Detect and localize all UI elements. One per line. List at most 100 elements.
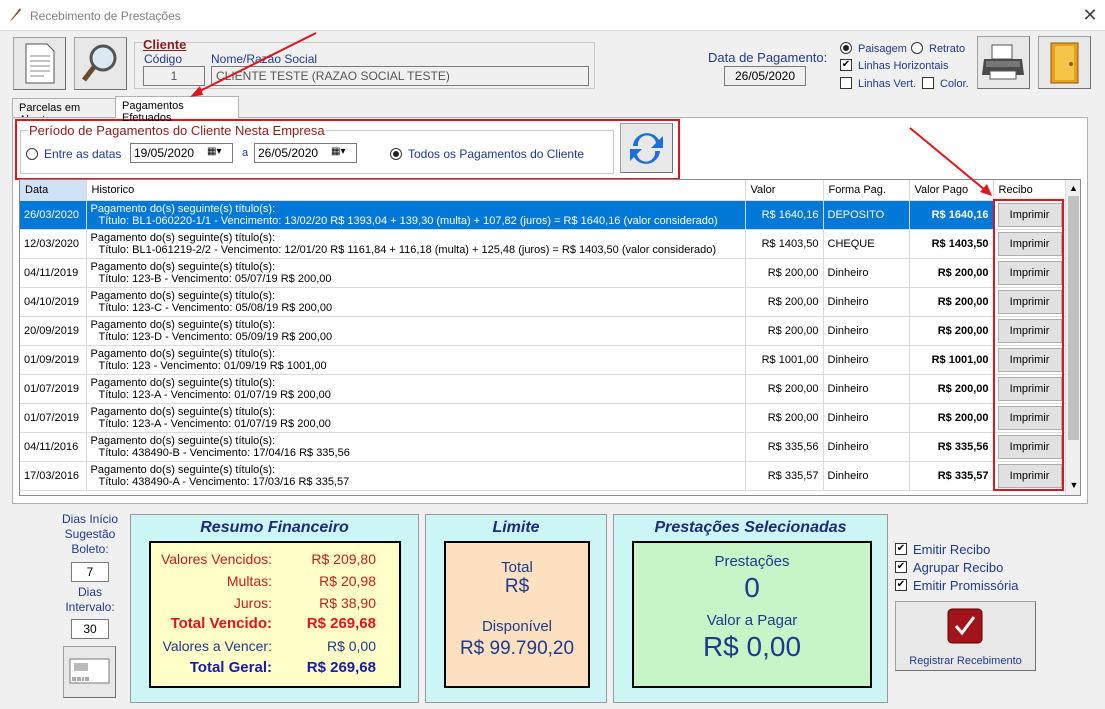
emit-promissory-checkbox[interactable]: ✔ (895, 579, 907, 591)
print-receipt-button[interactable]: Imprimir (997, 405, 1062, 430)
row-date: 01/07/2019 (20, 403, 87, 433)
boleto-button[interactable] (63, 646, 116, 698)
table-row[interactable]: 01/07/2019 Pagamento do(s) seguinte(s) tí… (20, 374, 1066, 404)
interval-label-line1: Dias (77, 585, 102, 599)
register-receipt-button[interactable]: Registrar Recebimento (895, 601, 1036, 671)
group-receipt-checkbox[interactable]: ✔ (895, 561, 907, 573)
calendar-icon: ▦▾ (207, 146, 222, 157)
emit-receipt-checkbox[interactable]: ✔ (895, 543, 907, 555)
print-receipt-button[interactable]: Imprimir (997, 231, 1062, 256)
table-row[interactable]: 04/10/2019 Pagamento do(s) seguinte(s) tí… (20, 287, 1066, 317)
client-name-field[interactable]: CLIENTE TESTE (RAZAO SOCIAL TESTE) (211, 66, 589, 86)
emit-receipt-label: Emitir Recibo (913, 542, 991, 557)
print-receipt-button[interactable]: Imprimir (997, 463, 1062, 488)
row-history: Pagamento do(s) seguinte(s) título(s): Tí… (86, 345, 746, 375)
boleto-icon (69, 658, 110, 684)
code-label: Código (144, 52, 183, 66)
interval-input[interactable]: 30 (71, 619, 109, 639)
calendar-icon: ▦▾ (331, 146, 346, 157)
table-row[interactable]: 04/11/2019 Pagamento do(s) seguinte(s) tí… (20, 258, 1066, 288)
color-checkbox[interactable] (922, 77, 934, 89)
boleto-days-input[interactable]: 7 (71, 562, 109, 582)
row-value: R$ 1001,00 (745, 345, 824, 375)
table-row[interactable]: 01/07/2019 Pagamento do(s) seguinte(s) tí… (20, 403, 1066, 433)
col-header-paid[interactable]: Valor Pago (909, 180, 994, 201)
tab-open-installments[interactable]: Parcelas em Aberto (12, 98, 116, 126)
row-receipt: Imprimir (993, 287, 1066, 317)
close-icon[interactable]: ✕ (1080, 4, 1100, 26)
tab-payments-made[interactable]: Pagamentos Efetuados (115, 96, 239, 124)
limit-title: Limite (492, 519, 540, 536)
financial-summary-card: Resumo Financeiro Valores Vencidos: R$ 2… (130, 514, 419, 703)
scroll-up-icon[interactable]: ▲ (1066, 180, 1080, 196)
table-row[interactable]: 12/03/2020 Pagamento do(s) seguinte(s) tí… (20, 229, 1066, 259)
print-receipt-button[interactable]: Imprimir (997, 434, 1062, 459)
row-payment-method: Dinheiro (823, 287, 910, 317)
row-value: R$ 335,56 (745, 432, 824, 462)
row-receipt: Imprimir (993, 200, 1066, 230)
vertical-scrollbar[interactable]: ▲ ▼ (1065, 180, 1080, 495)
title-bar: Recebimento de Prestações ✕ (0, 0, 1105, 31)
payments-grid[interactable]: Data Historico Valor Forma Pag. Valor Pa… (19, 179, 1081, 496)
history-line2: Título: 438490-B - Vencimento: 17/04/16 … (98, 446, 350, 459)
row-receipt: Imprimir (993, 258, 1066, 288)
group-receipt-label: Agrupar Recibo (913, 560, 1004, 575)
vlines-checkbox[interactable] (840, 77, 852, 89)
refresh-button[interactable] (620, 123, 673, 173)
payment-date-field[interactable]: 26/05/2020 (724, 66, 806, 86)
period-title: Período de Pagamentos do Cliente Nesta E… (28, 123, 326, 138)
print-receipt-button[interactable]: Imprimir (997, 318, 1062, 343)
scroll-thumb[interactable] (1068, 196, 1079, 440)
row-value: R$ 200,00 (745, 316, 824, 346)
portrait-radio[interactable] (911, 42, 923, 54)
print-button[interactable] (977, 36, 1030, 89)
row-value: R$ 200,00 (745, 258, 824, 288)
print-receipt-button[interactable]: Imprimir (997, 376, 1062, 401)
app-feather-icon (10, 8, 21, 21)
col-header-date[interactable]: Data (20, 180, 87, 201)
table-row[interactable]: 01/09/2019 Pagamento do(s) seguinte(s) tí… (20, 345, 1066, 375)
limit-total-label: Total (501, 559, 533, 576)
from-date-picker[interactable]: 19/05/2020 ▦▾ (130, 143, 233, 163)
table-row[interactable]: 20/09/2019 Pagamento do(s) seguinte(s) tí… (20, 316, 1066, 346)
row-date: 17/03/2016 (20, 461, 87, 491)
print-receipt-button[interactable]: Imprimir (997, 260, 1062, 285)
history-line1: Pagamento do(s) seguinte(s) título(s): (90, 289, 276, 302)
row-history: Pagamento do(s) seguinte(s) título(s): Tí… (86, 229, 746, 259)
exit-button[interactable] (1038, 36, 1091, 89)
print-receipt-button[interactable]: Imprimir (997, 347, 1062, 372)
upcoming-label: Valores a Vencer: (162, 638, 272, 654)
selected-installments-box: Prestações 0 Valor a Pagar R$ 0,00 (632, 541, 872, 688)
all-payments-radio[interactable] (390, 148, 402, 160)
col-header-value[interactable]: Valor (745, 180, 824, 201)
document-button[interactable] (13, 37, 66, 90)
table-row[interactable]: 17/03/2016 Pagamento do(s) seguinte(s) tí… (20, 461, 1066, 491)
scroll-down-icon[interactable]: ▼ (1066, 480, 1080, 490)
to-date-picker[interactable]: 26/05/2020 ▦▾ (254, 143, 357, 163)
financial-summary-title: Resumo Financeiro (200, 519, 349, 536)
landscape-radio[interactable] (840, 42, 852, 54)
row-paid-value: R$ 200,00 (909, 316, 994, 346)
row-value: R$ 1640,16 (745, 200, 824, 230)
history-line1: Pagamento do(s) seguinte(s) título(s): (90, 434, 276, 447)
table-row[interactable]: 26/03/2020 Pagamento do(s) seguinte(s) tí… (20, 200, 1066, 230)
row-receipt: Imprimir (993, 316, 1066, 346)
row-paid-value: R$ 200,00 (909, 287, 994, 317)
table-row[interactable]: 04/11/2016 Pagamento do(s) seguinte(s) tí… (20, 432, 1066, 462)
hlines-checkbox[interactable]: ✔ (840, 59, 852, 71)
total-overdue-label: Total Vencido: (170, 615, 272, 632)
print-receipt-button[interactable]: Imprimir (997, 202, 1062, 227)
client-code-field[interactable]: 1 (143, 66, 205, 86)
col-header-receipt[interactable]: Recibo (993, 180, 1066, 201)
print-receipt-button[interactable]: Imprimir (997, 289, 1062, 314)
selected-installments-title: Prestações Selecionadas (654, 519, 847, 536)
limit-total-value: R$ (504, 576, 530, 597)
search-button[interactable] (74, 37, 127, 90)
limit-box: Total R$ Disponível R$ 99.790,20 (444, 541, 590, 688)
between-dates-radio[interactable] (26, 148, 38, 160)
col-header-method[interactable]: Forma Pag. (823, 180, 910, 201)
overdue-value: R$ 209,80 (311, 551, 376, 567)
col-header-history[interactable]: Historico (86, 180, 746, 201)
row-payment-method: Dinheiro (823, 374, 910, 404)
history-line1: Pagamento do(s) seguinte(s) título(s): (90, 347, 276, 360)
